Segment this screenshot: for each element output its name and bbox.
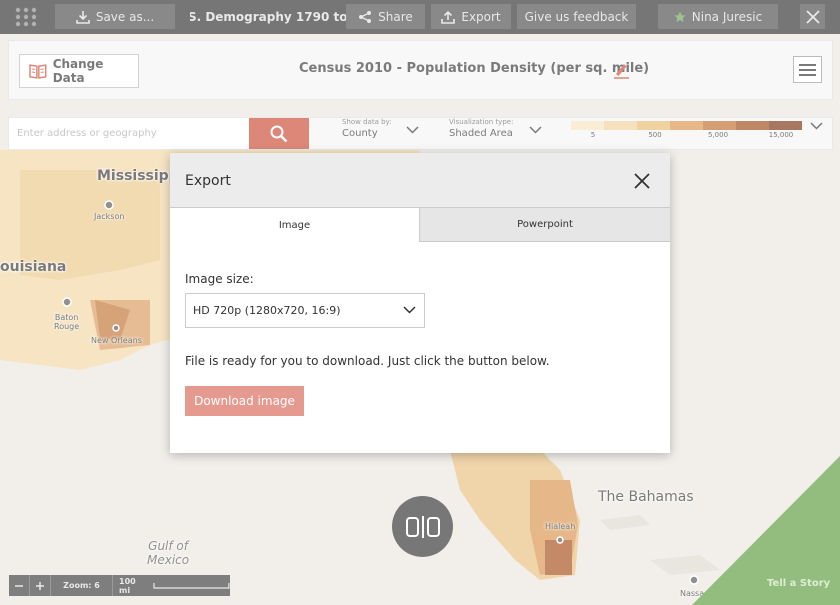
download-ready-message: File is ready for you to download. Just … bbox=[185, 354, 550, 368]
dialog-close-icon[interactable] bbox=[632, 171, 652, 191]
tab-powerpoint[interactable]: Powerpoint bbox=[419, 208, 670, 242]
tab-image[interactable]: Image bbox=[170, 208, 419, 242]
download-image-button[interactable]: Download image bbox=[185, 386, 304, 416]
image-size-value: HD 720p (1280x720, 16:9) bbox=[193, 304, 341, 317]
image-size-select[interactable]: HD 720p (1280x720, 16:9) bbox=[185, 293, 425, 328]
dialog-header: Export bbox=[170, 153, 670, 208]
dialog-title: Export bbox=[185, 173, 231, 189]
image-size-label: Image size: bbox=[185, 272, 254, 286]
chevron-down-icon bbox=[403, 306, 416, 314]
export-dialog: Export Image Powerpoint Image size: HD 7… bbox=[170, 153, 670, 453]
